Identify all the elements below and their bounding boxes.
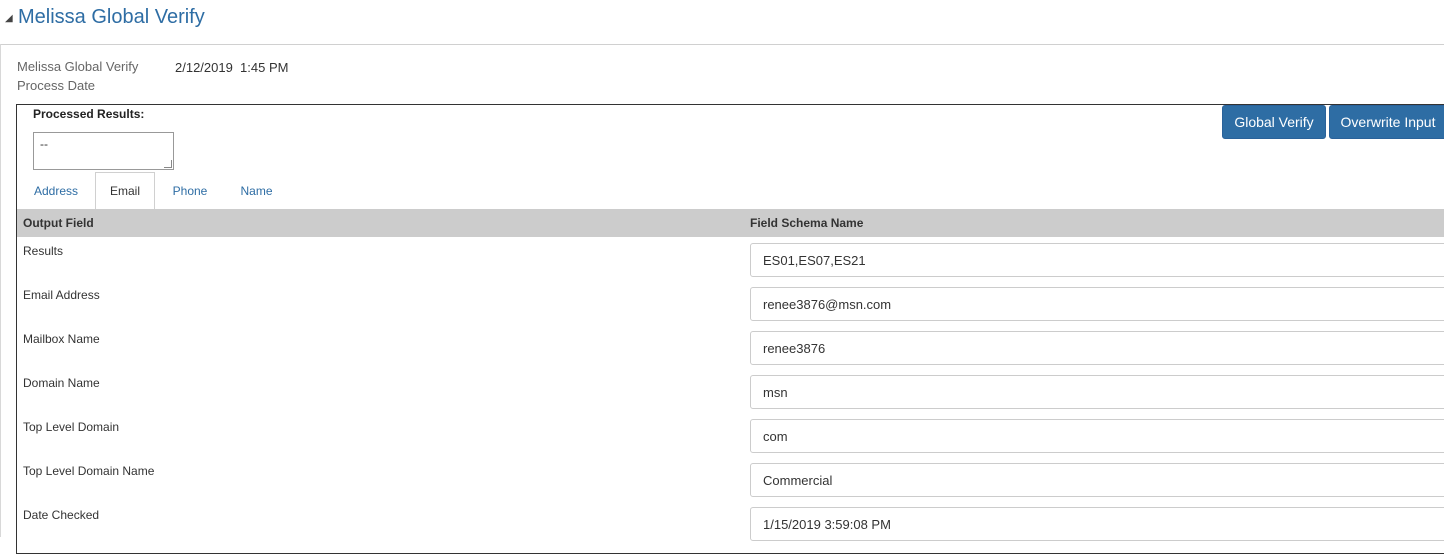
overwrite-input-button[interactable]: Overwrite Input <box>1329 105 1444 139</box>
email-address-field[interactable]: renee3876@msn.com <box>750 287 1444 321</box>
top-level-domain-name-field[interactable]: Commercial <box>750 463 1444 497</box>
column-header-field-schema-name: Field Schema Name <box>750 216 864 230</box>
processed-results-value: -- <box>40 137 48 151</box>
row-label-domain-name: Domain Name <box>23 376 100 390</box>
column-header-output-field: Output Field <box>23 216 94 230</box>
section-divider <box>0 44 1444 45</box>
mailbox-name-field[interactable]: renee3876 <box>750 331 1444 365</box>
tab-address[interactable]: Address <box>26 172 86 209</box>
processed-results-textarea[interactable]: -- <box>33 132 174 170</box>
row-label-mailbox-name: Mailbox Name <box>23 332 100 346</box>
process-date-value: 2/12/2019 1:45 PM <box>175 60 289 75</box>
row-label-email-address: Email Address <box>23 288 100 302</box>
row-label-top-level-domain-name: Top Level Domain Name <box>23 464 155 478</box>
domain-name-field[interactable]: msn <box>750 375 1444 409</box>
section-title: Melissa Global Verify <box>18 6 205 28</box>
date-checked-field[interactable]: 1/15/2019 3:59:08 PM <box>750 507 1444 541</box>
tab-phone[interactable]: Phone <box>161 172 219 209</box>
results-field[interactable]: ES01,ES07,ES21 <box>750 243 1444 277</box>
tab-name[interactable]: Name <box>229 172 284 209</box>
row-label-results: Results <box>23 244 64 258</box>
row-label-date-checked: Date Checked <box>23 508 100 522</box>
tab-email[interactable]: Email <box>95 172 155 209</box>
resize-grip-icon[interactable] <box>164 160 172 168</box>
row-label-top-level-domain: Top Level Domain <box>23 420 120 434</box>
grid-header: Output Field Field Schema Name <box>17 209 1444 237</box>
process-date-label: Melissa Global Verify Process Date <box>17 59 139 93</box>
left-border <box>0 44 1 537</box>
top-level-domain-field[interactable]: com <box>750 419 1444 453</box>
processed-results-label: Processed Results: <box>33 107 145 121</box>
global-verify-button[interactable]: Global Verify <box>1222 105 1326 139</box>
collapse-triangle-icon[interactable]: ◢ <box>5 13 13 24</box>
section-header[interactable]: ◢ Melissa Global Verify <box>0 0 1444 44</box>
